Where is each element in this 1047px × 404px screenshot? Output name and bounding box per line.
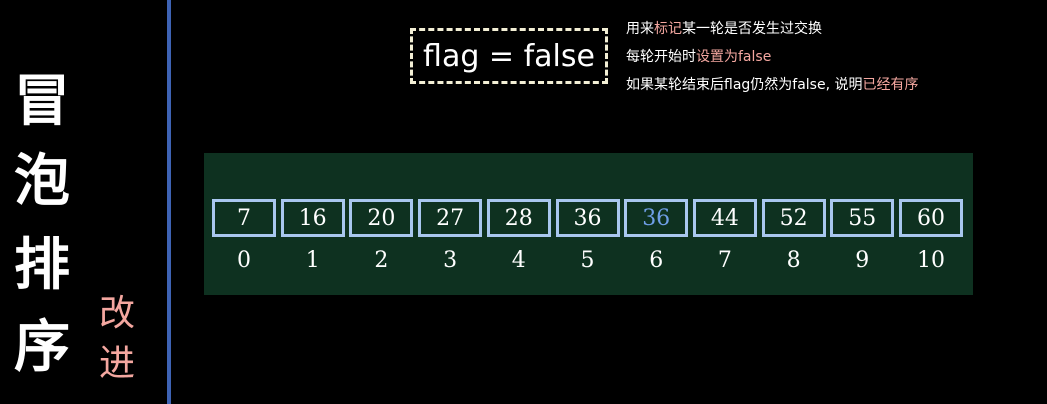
- note-2-part-1: 每轮开始时: [626, 49, 696, 65]
- note-1-part-3: 某一轮是否发生过交换: [682, 21, 822, 37]
- array-index-label: 2: [374, 248, 389, 273]
- array-cell: 60: [899, 199, 963, 237]
- array-index-label: 10: [917, 248, 945, 273]
- title-char-2: 泡: [14, 149, 70, 214]
- note-line-1: 用来标记某一轮是否发生过交换: [626, 20, 822, 38]
- array-index-label: 7: [717, 248, 732, 273]
- array-cell: 20: [349, 199, 414, 237]
- subtitle-char-2: 进: [98, 343, 135, 384]
- flag-expression-box: flag = false: [410, 28, 608, 84]
- note-1-part-1: 用来: [626, 21, 654, 37]
- note-line-2: 每轮开始时设置为false: [626, 48, 771, 66]
- title-char-3: 排: [14, 233, 70, 298]
- array-index-label: 1: [305, 248, 320, 273]
- array-cell: 44: [692, 199, 757, 237]
- note-1-highlight: 标记: [654, 21, 682, 37]
- flag-expression: flag = false: [423, 38, 595, 74]
- note-2-highlight: 设置为false: [696, 49, 772, 65]
- array-cell: 16: [280, 199, 345, 237]
- array-cell: 28: [486, 199, 551, 237]
- array-cell: 55: [830, 199, 895, 237]
- array-index-label: 9: [855, 248, 870, 273]
- array-index-label: 6: [649, 248, 664, 273]
- note-line-3: 如果某轮结束后flag仍然为false, 说明已经有序: [626, 76, 919, 94]
- note-3-highlight: 已经有序: [862, 77, 919, 93]
- array-panel: 7 16 20 27 28 36 36 44 52 55 60 0 1 2 3 4 5 6 7 8 9 10: [204, 153, 973, 295]
- array-cell: 36: [555, 199, 620, 237]
- vertical-divider: [167, 0, 171, 404]
- note-3-part-1: 如果某轮结束后flag仍然为false, 说明: [626, 77, 863, 93]
- array-cell: 36: [624, 199, 689, 237]
- array-index-label: 0: [237, 248, 251, 273]
- subtitle-char-1: 改: [98, 293, 135, 334]
- array-index-label: 4: [511, 248, 526, 273]
- array-index-label: 3: [443, 248, 458, 273]
- title-char-4: 序: [14, 315, 70, 380]
- array-cell: 27: [418, 199, 483, 237]
- array-cell: 7: [212, 199, 276, 237]
- title-char-1: 冒: [14, 69, 70, 134]
- array-index-label: 8: [786, 248, 801, 273]
- array-cell: 52: [761, 199, 826, 237]
- array-index-label: 5: [580, 248, 595, 273]
